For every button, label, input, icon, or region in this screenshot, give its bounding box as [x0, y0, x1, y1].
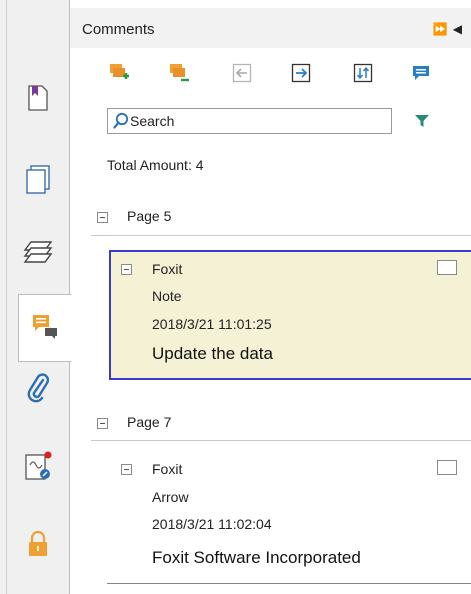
expand-all-icon	[108, 62, 130, 89]
comment-type: Arrow	[152, 489, 189, 505]
comment-content: Update the data	[152, 344, 273, 363]
collapse-page-5-toggle[interactable]	[97, 212, 108, 223]
signature-icon	[23, 450, 53, 487]
import-icon	[232, 63, 252, 88]
divider	[91, 235, 471, 236]
collapse-comment-toggle[interactable]	[121, 464, 132, 475]
comment-card[interactable]: Foxit Arrow 2018/3/21 11:02:04 Foxit Sof…	[109, 452, 471, 580]
search-input[interactable]	[130, 111, 385, 131]
filter-button[interactable]	[414, 113, 430, 134]
collapse-all-button[interactable]	[168, 62, 190, 89]
comment-checkbox[interactable]	[437, 260, 457, 275]
collapse-page-7-toggle[interactable]	[97, 418, 108, 429]
comment-card-selected[interactable]: Foxit Note 2018/3/21 11:01:25 Update the…	[109, 250, 471, 380]
search-icon	[113, 112, 129, 135]
export-icon	[291, 63, 311, 88]
signatures-button[interactable]	[10, 442, 66, 494]
panel-title: Comments	[82, 21, 155, 38]
comment-author: Foxit	[152, 261, 183, 277]
filter-icon	[414, 115, 430, 133]
comments-icon	[31, 312, 59, 345]
collapse-comment-toggle[interactable]	[121, 264, 132, 275]
pages-icon	[25, 164, 51, 200]
comment-button[interactable]	[410, 64, 432, 86]
page-group-label: Page 7	[127, 414, 172, 430]
attachment-icon	[26, 372, 50, 408]
panel-controls[interactable]: ⏩ ◀	[432, 22, 463, 36]
sort-icon	[353, 63, 373, 88]
comment-checkbox[interactable]	[437, 460, 457, 475]
expand-all-button[interactable]	[108, 62, 130, 89]
comment-icon	[411, 63, 431, 88]
comment-content: Foxit Software Incorporated	[152, 548, 361, 567]
sort-button[interactable]	[352, 63, 374, 88]
import-button[interactable]	[231, 63, 253, 88]
collapse-all-icon	[168, 62, 190, 89]
comments-panel-tab[interactable]	[18, 294, 71, 362]
export-button[interactable]	[290, 63, 312, 88]
total-amount: Total Amount: 4	[107, 157, 204, 173]
divider	[91, 440, 471, 441]
layers-icon	[23, 239, 53, 270]
panel-header: Comments ⏩ ◀	[70, 8, 471, 48]
comment-date: 2018/3/21 11:01:25	[152, 316, 272, 332]
comment-author: Foxit	[152, 461, 183, 477]
search-box[interactable]	[107, 108, 392, 134]
comment-type: Note	[152, 288, 182, 304]
bookmark-button[interactable]	[10, 74, 66, 126]
bookmark-icon	[27, 84, 49, 116]
comment-date: 2018/3/21 11:02:04	[152, 516, 272, 532]
left-navigation-rail	[0, 0, 71, 594]
bottom-divider	[107, 583, 471, 584]
rail-edge-line	[6, 0, 7, 594]
attachments-button[interactable]	[10, 364, 66, 416]
security-button[interactable]	[10, 520, 66, 572]
lock-icon	[27, 530, 49, 563]
layers-button[interactable]	[10, 228, 66, 280]
pages-button[interactable]	[10, 156, 66, 208]
page-group-label: Page 5	[127, 208, 172, 224]
